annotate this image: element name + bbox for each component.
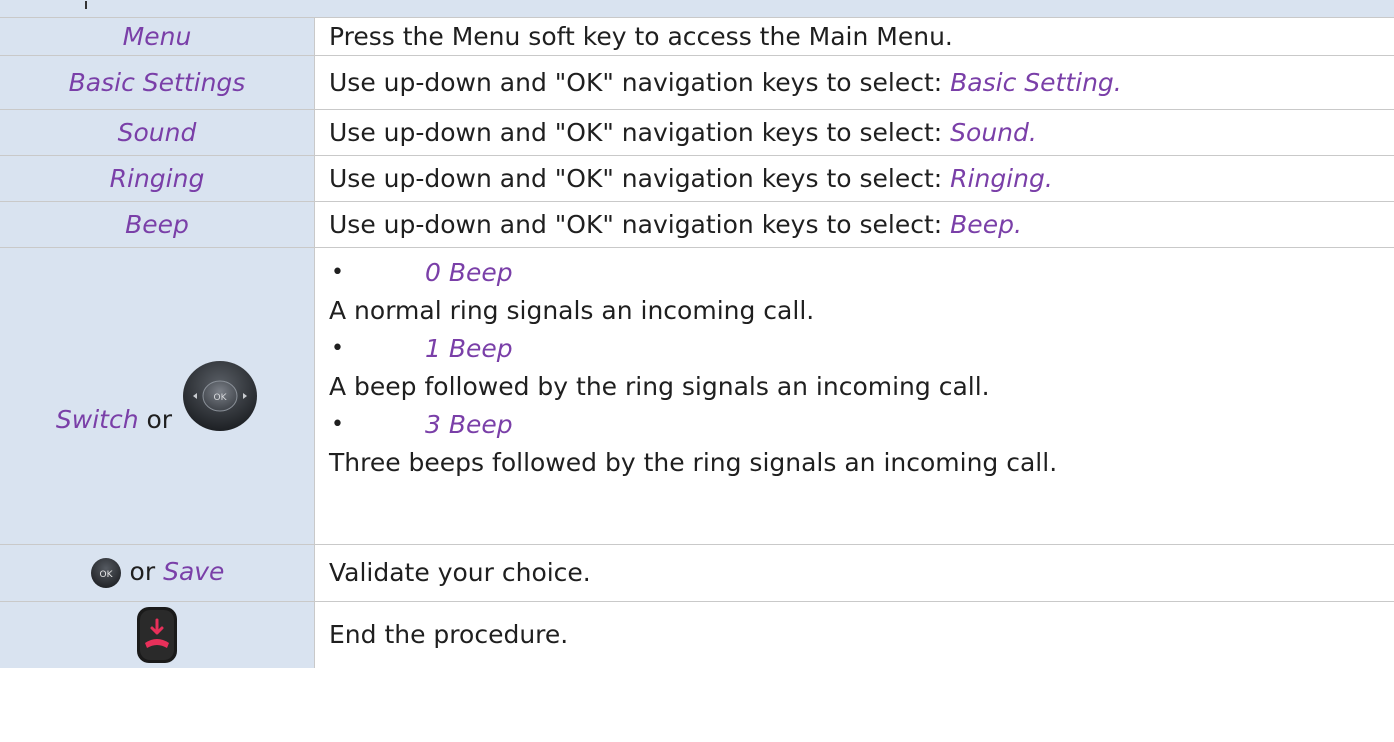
table-row: Switch or OK • 0 Beep A normal ring sign… xyxy=(0,247,1394,545)
step-desc-ringing: Use up-down and "OK" navigation keys to … xyxy=(314,155,1394,202)
or-label: or xyxy=(129,556,156,586)
option-name: 3 Beep xyxy=(425,409,513,439)
ok-key-icon[interactable]: OK xyxy=(90,557,122,589)
step-desc-menu: Press the Menu soft key to access the Ma… xyxy=(314,18,1394,56)
step-desc-item: Basic Setting. xyxy=(950,67,1122,97)
step-desc-text: Use up-down and "OK" navigation keys to … xyxy=(329,209,951,239)
procedure-table: Menu Press the Menu soft key to access t… xyxy=(0,18,1394,668)
step-key-beep: Beep xyxy=(0,201,315,248)
step-desc-beep: Use up-down and "OK" navigation keys to … xyxy=(314,201,1394,248)
table-row: Basic Settings Use up-down and "OK" navi… xyxy=(0,55,1394,110)
ok-key-text: OK xyxy=(99,570,113,580)
step-key-switch: Switch or OK xyxy=(0,247,315,545)
option-0-beep[interactable]: • 0 Beep xyxy=(329,256,1394,290)
option-3-beep[interactable]: • 3 Beep xyxy=(329,408,1394,442)
beep-options: • 0 Beep A normal ring signals an incomi… xyxy=(314,247,1394,545)
step-desc-item: Beep. xyxy=(950,209,1022,239)
save-softkey-label[interactable]: Save xyxy=(163,557,224,586)
option-desc: A beep followed by the ring signals an i… xyxy=(329,371,990,401)
navpad-ok-text: OK xyxy=(214,393,228,403)
header-text-fragment xyxy=(85,1,87,9)
step-desc-save: Validate your choice. xyxy=(314,544,1394,602)
step-key-basic-settings: Basic Settings xyxy=(0,55,315,110)
table-row: Beep Use up-down and "OK" navigation key… xyxy=(0,201,1394,248)
hang-up-key-icon[interactable] xyxy=(135,605,179,665)
switch-label: Switch xyxy=(55,405,139,434)
table-row: Ringing Use up-down and "OK" navigation … xyxy=(0,155,1394,202)
step-desc-sound: Use up-down and "OK" navigation keys to … xyxy=(314,109,1394,156)
step-desc-item: Sound. xyxy=(950,117,1037,147)
step-desc-basic-settings: Use up-down and "OK" navigation keys to … xyxy=(314,55,1394,110)
bullet: • xyxy=(331,411,344,437)
navigation-pad-icon[interactable]: OK xyxy=(182,358,258,434)
option-desc: Three beeps followed by the ring signals… xyxy=(329,447,1058,477)
switch-key-group: Switch or OK xyxy=(56,358,258,434)
step-key-end xyxy=(0,601,315,668)
step-key-menu: Menu xyxy=(0,18,315,56)
step-desc-item: Ringing. xyxy=(950,163,1053,193)
procedure-page: Menu Press the Menu soft key to access t… xyxy=(0,0,1394,742)
step-key-save: OK or Save xyxy=(0,544,315,602)
step-desc-text: Use up-down and "OK" navigation keys to … xyxy=(329,67,951,97)
option-1-beep[interactable]: • 1 Beep xyxy=(329,332,1394,366)
bullet: • xyxy=(331,259,344,285)
step-key-ringing: Ringing xyxy=(0,155,315,202)
option-name: 1 Beep xyxy=(425,333,513,363)
option-name: 0 Beep xyxy=(425,257,513,287)
bullet: • xyxy=(331,335,344,361)
table-header-bar xyxy=(0,0,1394,18)
table-row: OK or Save Validate your choice. xyxy=(0,544,1394,602)
step-desc-end: End the procedure. xyxy=(314,601,1394,668)
table-row: Menu Press the Menu soft key to access t… xyxy=(0,18,1394,56)
table-row: End the procedure. xyxy=(0,601,1394,668)
step-desc-text: Press the Menu soft key to access the Ma… xyxy=(329,21,953,51)
option-desc: A normal ring signals an incoming call. xyxy=(329,295,815,325)
table-row: Sound Use up-down and "OK" navigation ke… xyxy=(0,109,1394,156)
step-desc-text: Use up-down and "OK" navigation keys to … xyxy=(329,117,951,147)
step-key-sound: Sound xyxy=(0,109,315,156)
or-label: or xyxy=(146,405,173,434)
step-desc-text: Use up-down and "OK" navigation keys to … xyxy=(329,163,951,193)
